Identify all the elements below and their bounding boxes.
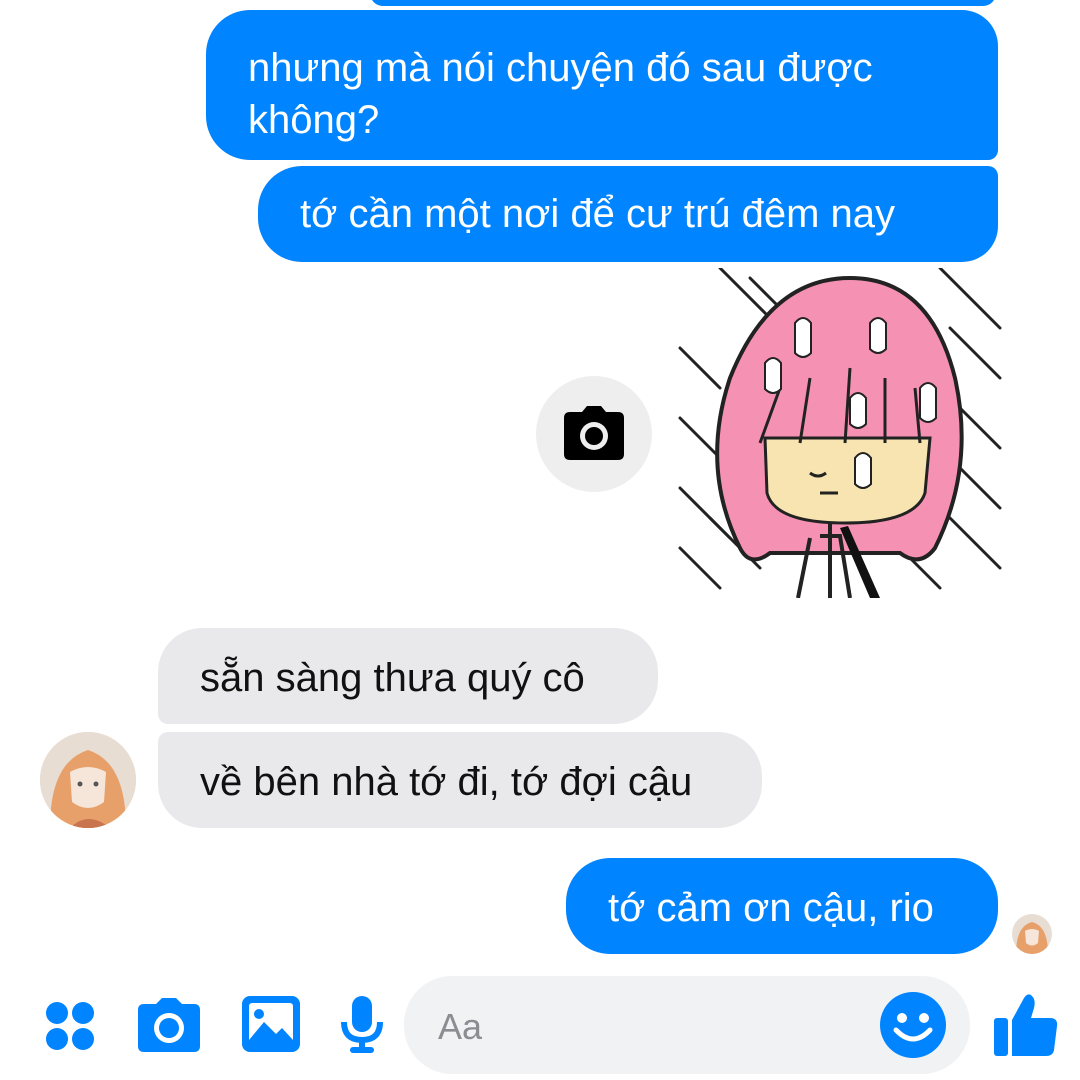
- message-text: nhưng mà nói chuyện đó sau được không?: [248, 46, 873, 142]
- emoji-icon[interactable]: [880, 992, 946, 1058]
- contact-avatar[interactable]: [40, 732, 136, 828]
- microphone-icon[interactable]: [340, 996, 384, 1054]
- message-input-placeholder: Aa: [438, 1006, 483, 1047]
- message-text: tớ cảm ơn cậu, rio: [608, 886, 934, 930]
- message-text: về bên nhà tớ đi, tớ đợi cậu: [200, 760, 693, 804]
- message-input[interactable]: Aa: [404, 976, 970, 1074]
- incoming-message-bubble[interactable]: về bên nhà tớ đi, tớ đợi cậu: [158, 732, 762, 828]
- apps-icon[interactable]: [44, 1000, 96, 1052]
- thumbs-up-icon[interactable]: [994, 992, 1058, 1056]
- gallery-icon[interactable]: [242, 996, 300, 1052]
- outgoing-message-bubble[interactable]: tớ cảm ơn cậu, rio: [566, 858, 998, 954]
- camera-icon: [564, 406, 624, 460]
- outgoing-message-bubble[interactable]: tớ cần một nơi để cư trú đêm nay: [258, 166, 998, 262]
- seen-receipt-avatar: [1012, 914, 1052, 954]
- camera-icon[interactable]: [138, 998, 200, 1052]
- message-text: sẵn sàng thưa quý cô: [200, 656, 585, 700]
- camera-share-button[interactable]: [536, 376, 652, 492]
- previous-message-bubble-edge: [370, 0, 996, 6]
- incoming-message-bubble[interactable]: sẵn sàng thưa quý cô: [158, 628, 658, 724]
- sticker-pink-haired-girl[interactable]: [670, 266, 1002, 599]
- message-text: tớ cần một nơi để cư trú đêm nay: [300, 192, 896, 236]
- outgoing-message-bubble[interactable]: nhưng mà nói chuyện đó sau được không?: [206, 10, 998, 160]
